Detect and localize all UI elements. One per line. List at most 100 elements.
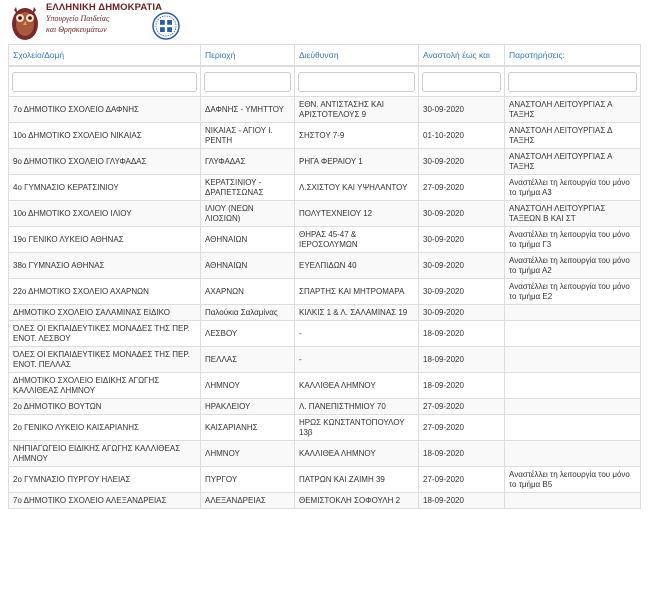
table-row: 10ο ΔΗΜΟΤΙΚΟ ΣΧΟΛΕΙΟ ΝΙΚΑΙΑΣ ΝΙΚΑΙΑΣ - ΑΓ… [8,122,641,149]
cell-school: 22ο ΔΗΜΟΤΙΚΟ ΣΧΟΛΕΙΟ ΑΧΑΡΝΩΝ [8,278,201,305]
cell-remarks: Αναστέλλει τη λειτουργία του μόνο το τμή… [504,226,641,253]
cell-suspension-date: 27-09-2020 [418,398,505,415]
cell-remarks: Αναστέλλει τη λειτουργία του μόνο το τμή… [504,278,641,305]
cell-school: 7ο ΔΗΜΟΤΙΚΟ ΣΧΟΛΕΙΟ ΑΛΕΞΑΝΔΡΕΙΑΣ [8,492,201,509]
column-header-address[interactable]: Διεύθυνση [294,44,419,67]
cell-school: ΌΛΕΣ ΟΙ ΕΚΠΑΙΔΕΥΤΙΚΕΣ ΜΟΝΑΔΕΣ ΤΗΣ ΠΕΡ. Ε… [8,346,201,373]
cell-remarks: ΑΝΑΣΤΟΛΗ ΛΕΙΤΟΥΡΓΙΑΣ Δ ΤΑΞΗΣ [504,122,641,149]
cell-school: 2ο ΓΕΝΙΚΟ ΛΥΚΕΙΟ ΚΑΙΣΑΡΙΑΝΗΣ [8,414,201,441]
cell-address: ΚΑΛΛΙΘΕΑ ΛΗΜΝΟΥ [294,440,419,467]
filter-cell [418,65,505,97]
cell-suspension-date: 30-09-2020 [418,278,505,305]
cell-suspension-date: 27-09-2020 [418,174,505,201]
cell-remarks: Αναστέλλει τη λειτουργία του μόνο το τμή… [504,174,641,201]
cell-region: ΚΕΡΑΤΣΙΝΙΟΥ - ΔΡΑΠΕΤΣΩΝΑΣ [200,174,295,201]
cell-address: ΠΟΛΥΤΕΧΝΕΙΟΥ 12 [294,200,419,227]
cell-address: ΕΥΕΛΠΙΔΩΝ 40 [294,252,419,279]
cell-region: ΑΘΗΝΑΙΩΝ [200,252,295,279]
greek-seal-icon [152,12,180,40]
cell-remarks [504,320,641,347]
cell-school: 9ο ΔΗΜΟΤΙΚΟ ΣΧΟΛΕΙΟ ΓΛΥΦΑΔΑΣ [8,148,201,175]
cell-school: 2ο ΓΥΜΝΑΣΙΟ ΠΥΡΓΟΥ ΗΛΕΙΑΣ [8,466,201,493]
table-row: 9ο ΔΗΜΟΤΙΚΟ ΣΧΟΛΕΙΟ ΓΛΥΦΑΔΑΣ ΓΛΥΦΑΔΑΣ ΡΗΓΑ… [8,148,641,175]
table-row: ΌΛΕΣ ΟΙ ΕΚΠΑΙΔΕΥΤΙΚΕΣ ΜΟΝΑΔΕΣ ΤΗΣ ΠΕΡ. Ε… [8,346,641,373]
column-header-remarks[interactable]: Παρατηρήσεις: [504,44,641,67]
header-line-2: Υπουργείο Παιδείας [46,14,110,23]
ministry-title: ΕΛΛΗΝΙΚΗ ΔΗΜΟΚΡΑΤΙΑ Υπουργείο Παιδείας κ… [46,2,162,35]
table-row: 22ο ΔΗΜΟΤΙΚΟ ΣΧΟΛΕΙΟ ΑΧΑΡΝΩΝ ΑΧΑΡΝΩΝ ΣΠΑΡΤ… [8,278,641,305]
cell-remarks [504,492,641,509]
cell-school: ΔΗΜΟΤΙΚΟ ΣΧΟΛΕΙΟ ΣΑΛΑΜΙΝΑΣ ΕΙΔΙΚΟ [8,304,201,321]
column-header-school[interactable]: Σχολείο/Δομή [8,44,201,67]
cell-school: 19ο ΓΕΝΙΚΟ ΛΥΚΕΙΟ ΑΘΗΝΑΣ [8,226,201,253]
cell-remarks [504,304,641,321]
cell-remarks [504,414,641,441]
cell-region: Παλούκια Σαλαμίνας [200,304,295,321]
column-header-suspension-until[interactable]: Αναστολή έως και [418,44,505,67]
cell-school: ΌΛΕΣ ΟΙ ΕΚΠΑΙΔΕΥΤΙΚΕΣ ΜΟΝΑΔΕΣ ΤΗΣ ΠΕΡ. Ε… [8,320,201,347]
cell-address: - [294,320,419,347]
cell-suspension-date: 18-09-2020 [418,320,505,347]
filter-region-input[interactable] [204,72,291,92]
cell-region: ΑΛΕΞΑΝΔΡΕΙΑΣ [200,492,295,509]
cell-school: 4ο ΓΥΜΝΑΣΙΟ ΚΕΡΑΤΣΙΝΙΟΥ [8,174,201,201]
cell-suspension-date: 27-09-2020 [418,466,505,493]
cell-address: ΣΗΣΤΟΥ 7-9 [294,122,419,149]
cell-region: ΛΗΜΝΟΥ [200,372,295,399]
cell-suspension-date: 27-09-2020 [418,414,505,441]
cell-region: ΗΡΑΚΛΕΙΟΥ [200,398,295,415]
school-suspensions-table: Σχολείο/Δομή Περιοχή Διεύθυνση Αναστολή … [8,44,641,509]
cell-suspension-date: 30-09-2020 [418,96,505,123]
table-row: 4ο ΓΥΜΝΑΣΙΟ ΚΕΡΑΤΣΙΝΙΟΥ ΚΕΡΑΤΣΙΝΙΟΥ - ΔΡΑ… [8,174,641,201]
cell-remarks: Αναστέλλει τη λειτουργία του μόνο το τμή… [504,252,641,279]
cell-region: ΚΑΙΣΑΡΙΑΝΗΣ [200,414,295,441]
cell-school: 10ο ΔΗΜΟΤΙΚΟ ΣΧΟΛΕΙΟ ΙΛΙΟΥ [8,200,201,227]
cell-region: ΑΘΗΝΑΙΩΝ [200,226,295,253]
cell-address: Λ.ΣΧΙΣΤΟΥ ΚΑΙ ΥΨΗΛΑΝΤΟΥ [294,174,419,201]
cell-remarks: ΑΝΑΣΤΟΛΗ ΛΕΙΤΟΥΡΓΙΑΣ Α ΤΑΞΗΣ [504,148,641,175]
cell-region: ΙΛΙΟΥ (ΝΕΩΝ ΛΙΟΣΙΩΝ) [200,200,295,227]
filter-address-input[interactable] [298,72,415,92]
cell-remarks [504,398,641,415]
cell-suspension-date: 30-09-2020 [418,226,505,253]
cell-suspension-date: 18-09-2020 [418,492,505,509]
cell-suspension-date: 30-09-2020 [418,304,505,321]
cell-address: ΠΑΤΡΩΝ ΚΑΙ ΖΑΙΜΗ 39 [294,466,419,493]
table-row: 7ο ΔΗΜΟΤΙΚΟ ΣΧΟΛΕΙΟ ΑΛΕΞΑΝΔΡΕΙΑΣ ΑΛΕΞΑΝΔΡ… [8,492,641,509]
cell-region: ΠΥΡΓΟΥ [200,466,295,493]
filter-date-input[interactable] [422,72,501,92]
table-row: 19ο ΓΕΝΙΚΟ ΛΥΚΕΙΟ ΑΘΗΝΑΣ ΑΘΗΝΑΙΩΝ ΘΗΡΑΣ 45… [8,226,641,253]
owl-logo-icon [8,2,42,42]
cell-region: ΠΕΛΛΑΣ [200,346,295,373]
table-header-row: Σχολείο/Δομή Περιοχή Διεύθυνση Αναστολή … [8,44,641,67]
table-row: ΔΗΜΟΤΙΚΟ ΣΧΟΛΕΙΟ ΣΑΛΑΜΙΝΑΣ ΕΙΔΙΚΟ Παλούκι… [8,304,641,321]
filter-school-input[interactable] [12,72,197,92]
table-row: 2ο ΔΗΜΟΤΙΚΟ ΒΟΥΤΩΝ ΗΡΑΚΛΕΙΟΥ Λ. ΠΑΝΕΠΙΣΤΗΜ… [8,398,641,415]
filter-cell [200,65,295,97]
cell-suspension-date: 30-09-2020 [418,200,505,227]
cell-region: ΑΧΑΡΝΩΝ [200,278,295,305]
table-row: ΝΗΠΙΑΓΩΓΕΙΟ ΕΙΔΙΚΗΣ ΑΓΩΓΗΣ ΚΑΛΛΙΘΕΑΣ ΛΗΜ… [8,440,641,467]
cell-school: ΝΗΠΙΑΓΩΓΕΙΟ ΕΙΔΙΚΗΣ ΑΓΩΓΗΣ ΚΑΛΛΙΘΕΑΣ ΛΗΜ… [8,440,201,467]
column-header-region[interactable]: Περιοχή [200,44,295,67]
cell-address: - [294,346,419,373]
cell-region: ΝΙΚΑΙΑΣ - ΑΓΙΟΥ Ι. ΡΕΝΤΗ [200,122,295,149]
filter-row [8,65,641,97]
table-row: ΌΛΕΣ ΟΙ ΕΚΠΑΙΔΕΥΤΙΚΕΣ ΜΟΝΑΔΕΣ ΤΗΣ ΠΕΡ. Ε… [8,320,641,347]
header-line-3: και Θρησκευμάτων [46,25,107,34]
filter-cell [8,65,201,97]
filter-remarks-input[interactable] [508,72,637,92]
ministry-header: ΕΛΛΗΝΙΚΗ ΔΗΜΟΚΡΑΤΙΑ Υπουργείο Παιδείας κ… [8,2,180,44]
cell-school: 7ο ΔΗΜΟΤΙΚΟ ΣΧΟΛΕΙΟ ΔΑΦΝΗΣ [8,96,201,123]
cell-remarks [504,440,641,467]
cell-suspension-date: 01-10-2020 [418,122,505,149]
cell-address: ΕΘΝ. ΑΝΤΙΣΤΑΣΗΣ ΚΑΙ ΑΡΙΣΤΟΤΕΛΟΥΣ 9 [294,96,419,123]
cell-address: ΘΗΡΑΣ 45-47 & ΙΕΡΟΣΟΛΥΜΩΝ [294,226,419,253]
table-row: 2ο ΓΕΝΙΚΟ ΛΥΚΕΙΟ ΚΑΙΣΑΡΙΑΝΗΣ ΚΑΙΣΑΡΙΑΝΗΣ Η… [8,414,641,441]
cell-school: 2ο ΔΗΜΟΤΙΚΟ ΒΟΥΤΩΝ [8,398,201,415]
cell-suspension-date: 18-09-2020 [418,372,505,399]
cell-school: 38ο ΓΥΜΝΑΣΙΟ ΑΘΗΝΑΣ [8,252,201,279]
cell-address: ΚΑΛΛΙΘΕΑ ΛΗΜΝΟΥ [294,372,419,399]
cell-address: ΣΠΑΡΤΗΣ ΚΑΙ ΜΗΤΡΟΜΑΡΑ [294,278,419,305]
cell-remarks [504,346,641,373]
